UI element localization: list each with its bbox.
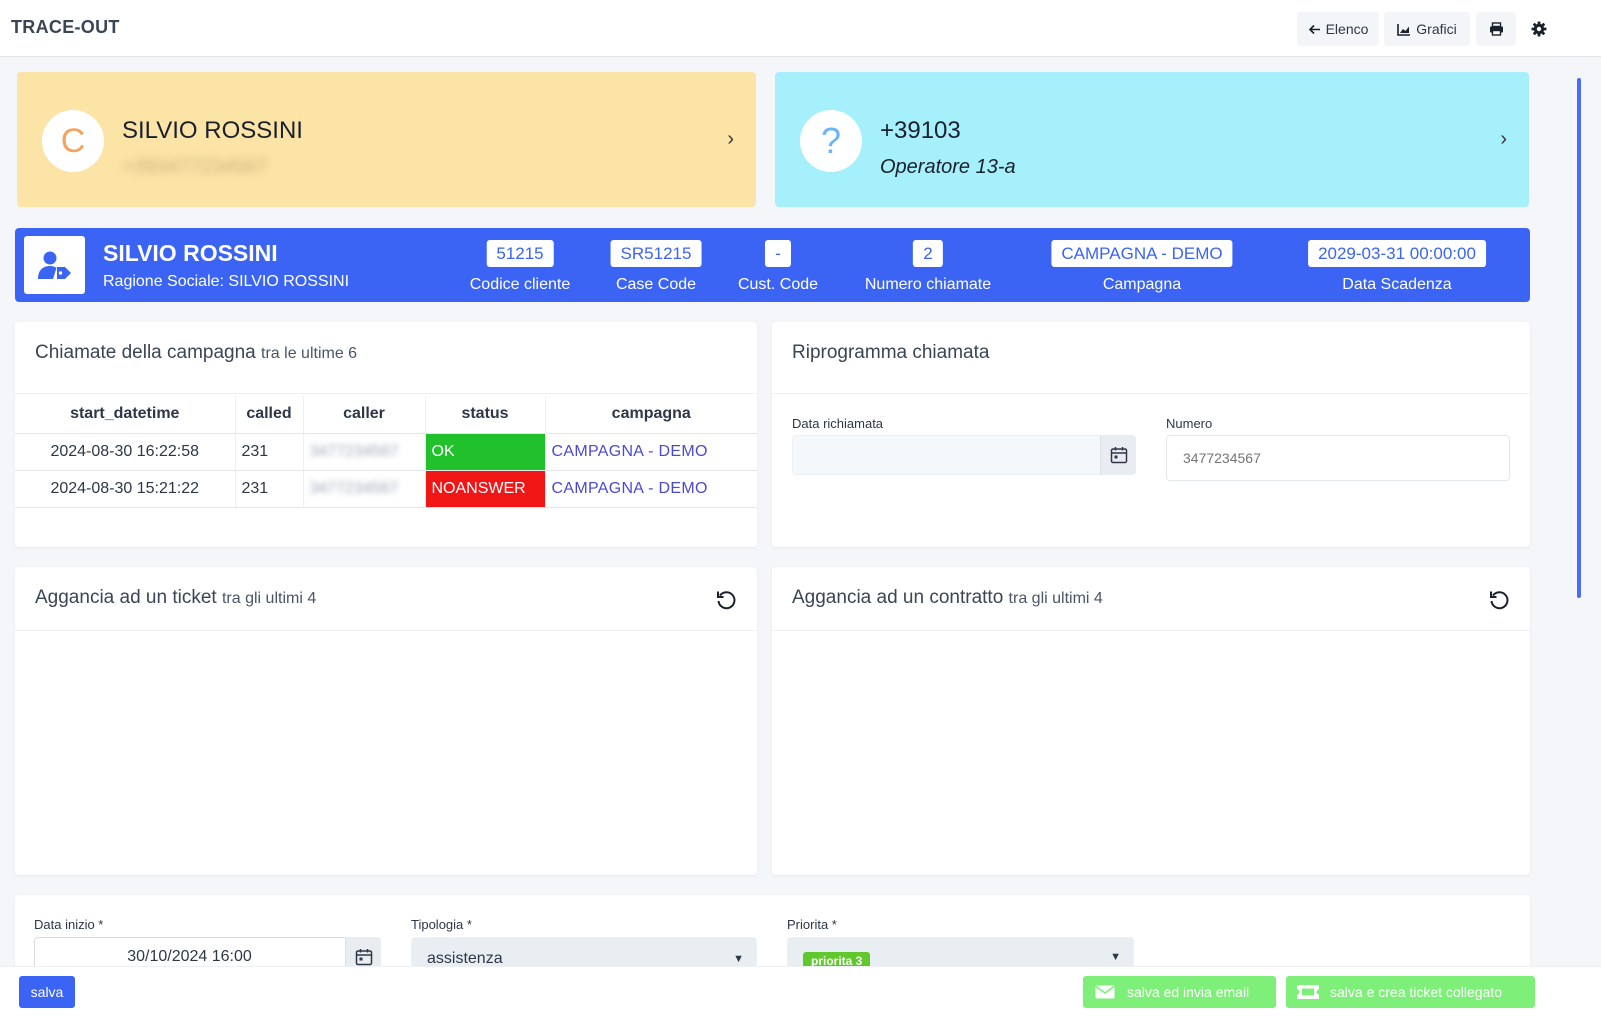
refresh-icon[interactable] <box>715 589 737 611</box>
operator-name: Operatore 13-a <box>880 156 1016 178</box>
salva-button[interactable]: salva <box>19 976 75 1008</box>
app-title: TRACE-OUT <box>11 17 120 37</box>
cell-campagna-link[interactable]: CAMPAGNA - DEMO <box>545 433 757 471</box>
codice-cliente-label: Codice cliente <box>469 276 571 293</box>
case-code-value: SR51215 <box>610 240 702 267</box>
table-row[interactable]: 2024-08-30 15:21:22 231 3477234567 NOANS… <box>15 470 757 508</box>
cell-caller: 3477234567 <box>303 433 426 471</box>
cust-code-label: Cust. Code <box>737 276 819 293</box>
chevron-right-icon: › <box>1500 128 1507 150</box>
campagna-field: CAMPAGNA - DEMO Campagna <box>1051 240 1233 294</box>
cell-status-ok: OK <box>425 433 546 471</box>
user-tag-icon <box>24 236 85 294</box>
calls-table: start_datetime called caller status camp… <box>15 396 757 508</box>
data-inizio-label: Data inizio * <box>34 917 104 932</box>
calendar-icon <box>355 949 372 966</box>
ticket-form-card: Data inizio * 30/10/2024 16:00 Tipologia… <box>15 895 1530 977</box>
data-scadenza-value: 2029-03-31 00:00:00 <box>1308 240 1486 267</box>
data-richiamata-input[interactable] <box>792 435 1136 475</box>
cell-status-noanswer: NOANSWER <box>425 470 546 508</box>
envelope-icon <box>1083 985 1127 999</box>
grafici-label: Grafici <box>1416 21 1457 37</box>
contract-card: Aggancia ad un contratto tra gli ultimi … <box>772 567 1530 875</box>
cell-caller: 3477234567 <box>303 470 426 508</box>
col-start-datetime[interactable]: start_datetime <box>15 396 236 434</box>
data-scadenza-field: 2029-03-31 00:00:00 Data Scadenza <box>1308 240 1486 294</box>
codice-cliente-field: 51215 Codice cliente <box>469 240 571 294</box>
elenco-label: Elenco <box>1325 21 1369 37</box>
col-campagna[interactable]: campagna <box>545 396 757 434</box>
data-scadenza-label: Data Scadenza <box>1342 276 1452 293</box>
cell-called: 231 <box>235 470 304 508</box>
caller-number: +39103 <box>880 117 961 144</box>
customer-contact-card[interactable]: C SILVIO ROSSINI +393477234567 › <box>17 72 756 207</box>
contract-card-title: Aggancia ad un contratto tra gli ultimi … <box>792 587 1103 608</box>
cust-code-value: - <box>765 240 791 267</box>
page-scrollbar[interactable] <box>1577 78 1581 598</box>
col-status[interactable]: status <box>425 396 546 434</box>
numero-chiamate-field: 2 Numero chiamate <box>865 240 991 294</box>
col-caller[interactable]: caller <box>303 396 426 434</box>
calendar-picker-button[interactable] <box>1100 435 1136 475</box>
tipologia-value: assistenza <box>427 950 503 967</box>
gear-icon <box>1531 21 1547 37</box>
arrow-left-icon <box>1308 24 1320 34</box>
ticket-icon <box>1286 984 1330 1000</box>
ticket-card: Aggancia ad un ticket tra gli ultimi 4 <box>15 567 757 875</box>
numero-label: Numero <box>1166 416 1213 431</box>
operator-contact-card[interactable]: ? +39103 Operatore 13-a › <box>775 72 1529 207</box>
customer-name: SILVIO ROSSINI <box>103 240 278 266</box>
cell-start-datetime: 2024-08-30 15:21:22 <box>15 470 236 508</box>
data-richiamata-label: Data richiamata <box>792 416 884 431</box>
chart-icon <box>1397 23 1411 36</box>
printer-icon <box>1489 22 1503 36</box>
calendar-icon <box>1110 447 1127 464</box>
campagna-label: Campagna <box>1102 276 1182 293</box>
priorita-label: Priorita * <box>787 917 837 932</box>
numero-chiamate-value: 2 <box>913 240 943 267</box>
salva-email-button[interactable]: salva ed invia email <box>1083 976 1276 1008</box>
cell-called: 231 <box>235 433 304 471</box>
reschedule-card: Riprogramma chiamata Data richiamata Num… <box>772 322 1530 547</box>
top-bar: TRACE-OUT Elenco Grafici <box>0 0 1601 57</box>
customer-contact-phone: +393477234567 <box>122 156 268 178</box>
cust-code-field: - Cust. Code <box>738 240 818 294</box>
col-called[interactable]: called <box>235 396 304 434</box>
bottom-action-bar: salva salva ed invia email salva e crea … <box>0 966 1601 1033</box>
table-header-row: start_datetime called caller status camp… <box>15 396 757 434</box>
numero-input[interactable] <box>1166 435 1510 481</box>
salva-email-label: salva ed invia email <box>1127 984 1250 1000</box>
customer-contact-name: SILVIO ROSSINI <box>122 117 303 144</box>
customer-avatar: C <box>42 110 104 172</box>
table-row[interactable]: 2024-08-30 16:22:58 231 3477234567 OK CA… <box>15 433 757 471</box>
tipologia-label: Tipologia * <box>411 917 472 932</box>
case-code-label: Case Code <box>615 276 697 293</box>
ticket-card-title: Aggancia ad un ticket tra gli ultimi 4 <box>35 587 317 608</box>
grafici-button[interactable]: Grafici <box>1384 12 1470 46</box>
unknown-avatar: ? <box>800 110 862 172</box>
refresh-icon[interactable] <box>1488 589 1510 611</box>
elenco-button[interactable]: Elenco <box>1297 12 1379 46</box>
case-code-field: SR51215 Case Code <box>610 240 702 294</box>
campagna-value: CAMPAGNA - DEMO <box>1051 240 1233 267</box>
caret-down-icon: ▼ <box>1110 951 1121 963</box>
ragione-sociale: Ragione Sociale: SILVIO ROSSINI <box>103 273 350 290</box>
print-button[interactable] <box>1476 12 1516 46</box>
salva-ticket-label: salva e crea ticket collegato <box>1330 984 1502 1000</box>
chevron-right-icon: › <box>727 128 734 150</box>
customer-info-bar: SILVIO ROSSINI Ragione Sociale: SILVIO R… <box>15 228 1530 302</box>
cell-start-datetime: 2024-08-30 16:22:58 <box>15 433 236 471</box>
codice-cliente-value: 51215 <box>486 240 554 267</box>
calls-card-title: Chiamate della campagna tra le ultime 6 <box>35 342 358 363</box>
cell-campagna-link[interactable]: CAMPAGNA - DEMO <box>545 470 757 508</box>
numero-chiamate-label: Numero chiamate <box>864 276 992 293</box>
settings-button[interactable] <box>1521 12 1557 46</box>
reschedule-card-title: Riprogramma chiamata <box>792 342 990 363</box>
salva-ticket-button[interactable]: salva e crea ticket collegato <box>1286 976 1535 1008</box>
